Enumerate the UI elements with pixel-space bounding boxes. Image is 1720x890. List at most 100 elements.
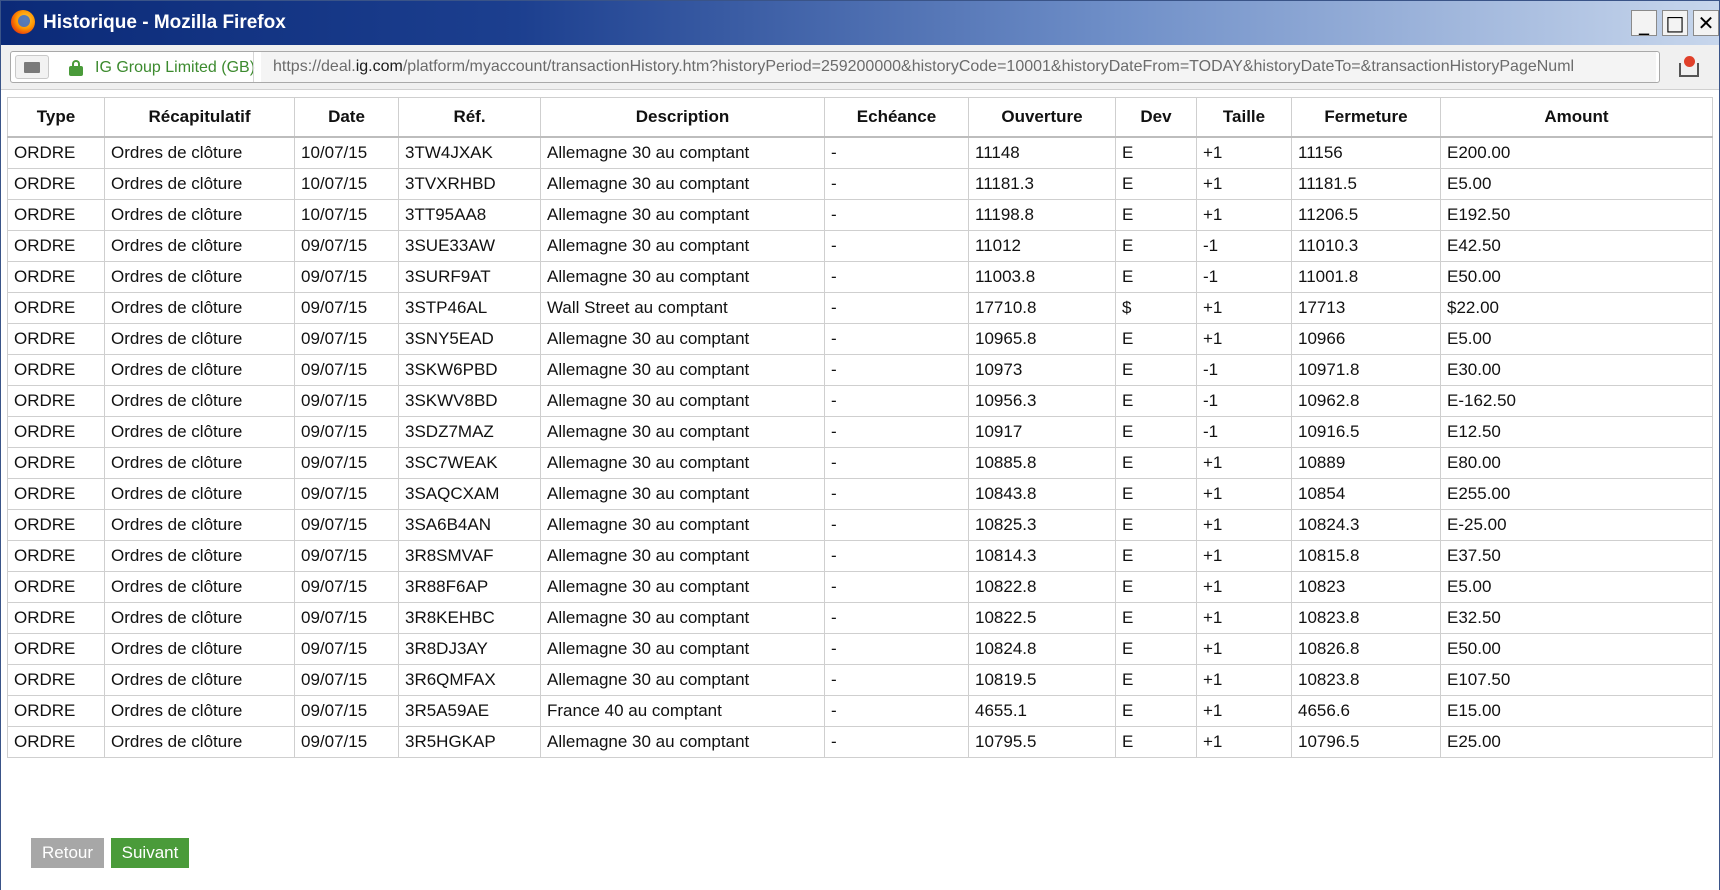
cell-ouverture: 10843.8 xyxy=(968,478,1116,510)
header-date[interactable]: Date xyxy=(294,97,399,138)
cell-dev: E xyxy=(1115,199,1197,231)
cell-type: ORDRE xyxy=(7,136,105,169)
cell-recap: Ordres de clôture xyxy=(104,478,295,510)
cell-amount: $22.00 xyxy=(1440,292,1713,324)
notification-icon[interactable] xyxy=(1677,55,1703,81)
cell-taille: -1 xyxy=(1196,261,1292,293)
header-recap[interactable]: Récapitulatif xyxy=(104,97,295,138)
cell-fermeture: 11001.8 xyxy=(1291,261,1441,293)
header-ouverture[interactable]: Ouverture xyxy=(968,97,1116,138)
cell-description: Allemagne 30 au comptant xyxy=(540,478,825,510)
header-echeance[interactable]: Echéance xyxy=(824,97,969,138)
cell-ref: 3SURF9AT xyxy=(398,261,541,293)
header-dev[interactable]: Dev xyxy=(1115,97,1197,138)
close-button[interactable]: ✕ xyxy=(1693,10,1719,36)
cell-taille: +1 xyxy=(1196,199,1292,231)
table-row: ORDRE Ordres de clôture 09/07/15 3SKW6PBD Al… xyxy=(7,354,1713,386)
table-row: ORDRE Ordres de clôture 09/07/15 3SNY5EAD Al… xyxy=(7,323,1713,355)
url-text[interactable]: https://deal.ig.com/platform/myaccount/t… xyxy=(261,52,1656,82)
cell-description: Allemagne 30 au comptant xyxy=(540,571,825,603)
table-row: ORDRE Ordres de clôture 09/07/15 3R5A59AE Fr… xyxy=(7,695,1713,727)
cell-description: Allemagne 30 au comptant xyxy=(540,168,825,200)
cell-amount: E80.00 xyxy=(1440,447,1713,479)
cell-echeance: - xyxy=(824,230,969,262)
url-path: /platform/myaccount/transactionHistory.h… xyxy=(402,58,1575,75)
cell-ref: 3R6QMFAX xyxy=(398,664,541,696)
cell-fermeture: 11181.5 xyxy=(1291,168,1441,200)
site-info-icon[interactable] xyxy=(15,55,49,79)
cell-fermeture: 10823 xyxy=(1291,571,1441,603)
cell-echeance: - xyxy=(824,509,969,541)
table-row: ORDRE Ordres de clôture 09/07/15 3SAQCXAM Al… xyxy=(7,478,1713,510)
cell-ref: 3R5A59AE xyxy=(398,695,541,727)
header-type[interactable]: Type xyxy=(7,97,105,138)
cell-echeance: - xyxy=(824,199,969,231)
browser-window: Historique - Mozilla Firefox _ □ ✕ IG Gr… xyxy=(0,0,1720,890)
cell-ouverture: 10917 xyxy=(968,416,1116,448)
cell-fermeture: 4656.6 xyxy=(1291,695,1441,727)
cell-date: 09/07/15 xyxy=(294,602,399,634)
cell-date: 09/07/15 xyxy=(294,385,399,417)
site-identity[interactable]: IG Group Limited (GB) xyxy=(95,59,255,77)
cell-echeance: - xyxy=(824,323,969,355)
cell-ref: 3R8DJ3AY xyxy=(398,633,541,665)
cell-recap: Ordres de clôture xyxy=(104,385,295,417)
cell-dev: E xyxy=(1115,447,1197,479)
cell-dev: E xyxy=(1115,230,1197,262)
cell-date: 10/07/15 xyxy=(294,199,399,231)
cell-amount: E192.50 xyxy=(1440,199,1713,231)
cell-ouverture: 10825.3 xyxy=(968,509,1116,541)
cell-dev: E xyxy=(1115,261,1197,293)
cell-amount: E5.00 xyxy=(1440,323,1713,355)
header-description[interactable]: Description xyxy=(540,97,825,138)
table-row: ORDRE Ordres de clôture 09/07/15 3R88F6AP Al… xyxy=(7,571,1713,603)
cell-ref: 3SA6B4AN xyxy=(398,509,541,541)
cell-date: 10/07/15 xyxy=(294,168,399,200)
url-bar[interactable]: IG Group Limited (GB) https://deal.ig.co… xyxy=(10,51,1660,83)
header-ref[interactable]: Réf. xyxy=(398,97,541,138)
cell-amount: E42.50 xyxy=(1440,230,1713,262)
cell-dev: E xyxy=(1115,478,1197,510)
cell-recap: Ordres de clôture xyxy=(104,261,295,293)
cell-type: ORDRE xyxy=(7,447,105,479)
next-button[interactable]: Suivant xyxy=(111,838,189,868)
cell-type: ORDRE xyxy=(7,540,105,572)
cell-ouverture: 10814.3 xyxy=(968,540,1116,572)
cell-taille: +1 xyxy=(1196,509,1292,541)
cell-date: 09/07/15 xyxy=(294,354,399,386)
cell-taille: -1 xyxy=(1196,354,1292,386)
cell-date: 09/07/15 xyxy=(294,509,399,541)
table-body: ORDRE Ordres de clôture 10/07/15 3TW4JXAK Al… xyxy=(7,136,1713,758)
page-content: Type Récapitulatif Date Réf. Description… xyxy=(1,90,1719,890)
cell-fermeture: 10823.8 xyxy=(1291,602,1441,634)
cell-dev: E xyxy=(1115,540,1197,572)
table-row: ORDRE Ordres de clôture 09/07/15 3SDZ7MAZ Al… xyxy=(7,416,1713,448)
table-row: ORDRE Ordres de clôture 09/07/15 3SA6B4AN Al… xyxy=(7,509,1713,541)
cell-recap: Ordres de clôture xyxy=(104,354,295,386)
cell-ref: 3TT95AA8 xyxy=(398,199,541,231)
url-divider xyxy=(253,52,254,82)
cell-description: Wall Street au comptant xyxy=(540,292,825,324)
header-amount[interactable]: Amount xyxy=(1440,97,1713,138)
cell-echeance: - xyxy=(824,602,969,634)
table-row: ORDRE Ordres de clôture 09/07/15 3R5HGKAP Al… xyxy=(7,726,1713,758)
cell-amount: E32.50 xyxy=(1440,602,1713,634)
cell-taille: +1 xyxy=(1196,323,1292,355)
header-taille[interactable]: Taille xyxy=(1196,97,1292,138)
cell-fermeture: 10824.3 xyxy=(1291,509,1441,541)
cell-echeance: - xyxy=(824,478,969,510)
cell-type: ORDRE xyxy=(7,168,105,200)
cell-taille: +1 xyxy=(1196,540,1292,572)
header-fermeture[interactable]: Fermeture xyxy=(1291,97,1441,138)
cell-description: Allemagne 30 au comptant xyxy=(540,509,825,541)
cell-type: ORDRE xyxy=(7,354,105,386)
title-bar[interactable]: Historique - Mozilla Firefox _ □ ✕ xyxy=(1,1,1719,45)
cell-ref: 3R5HGKAP xyxy=(398,726,541,758)
back-button[interactable]: Retour xyxy=(31,838,104,868)
cell-amount: E255.00 xyxy=(1440,478,1713,510)
cell-fermeture: 11206.5 xyxy=(1291,199,1441,231)
cell-amount: E30.00 xyxy=(1440,354,1713,386)
maximize-button[interactable]: □ xyxy=(1662,10,1688,36)
cell-amount: E12.50 xyxy=(1440,416,1713,448)
minimize-button[interactable]: _ xyxy=(1631,10,1657,36)
